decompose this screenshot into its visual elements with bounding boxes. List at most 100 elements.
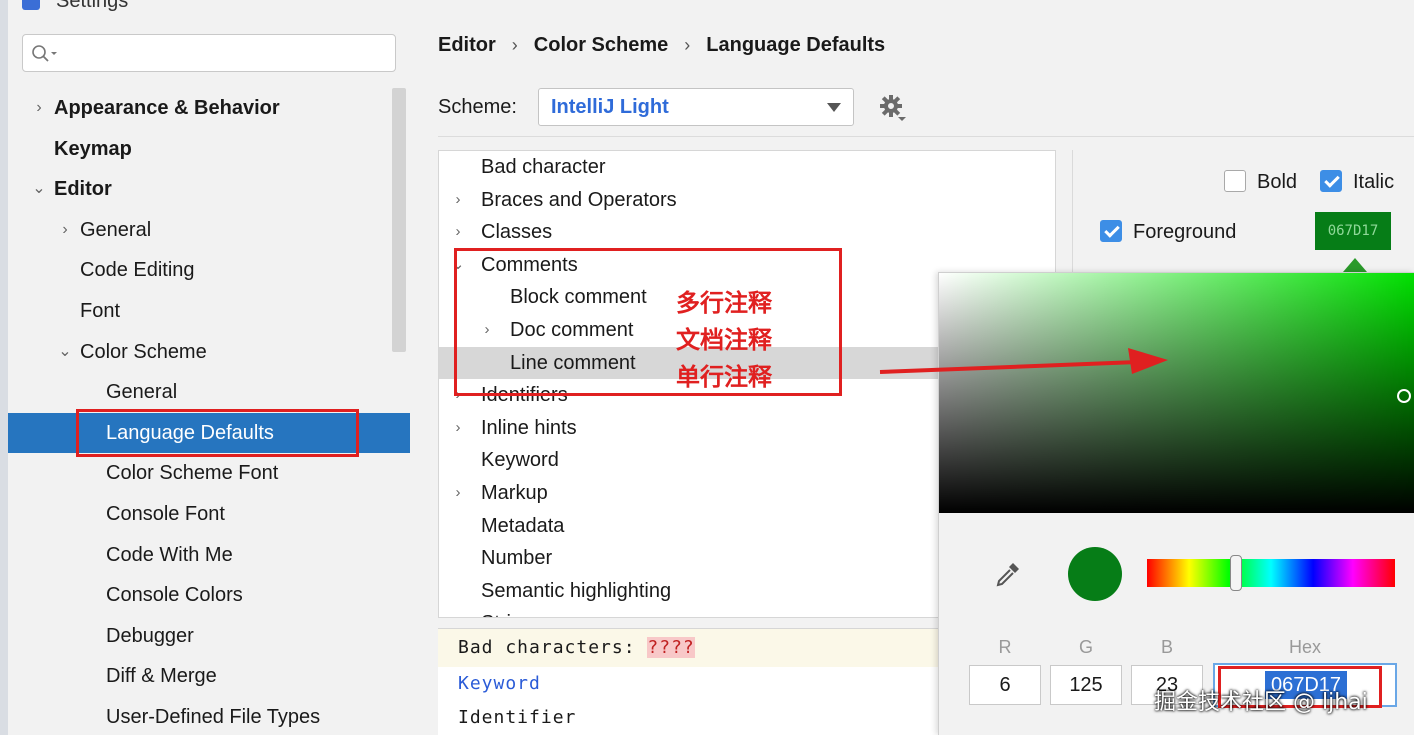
chevron-down-icon[interactable]: ⌄: [32, 169, 46, 209]
italic-checkbox[interactable]: [1320, 170, 1342, 192]
sidebar-item-label: General: [80, 218, 152, 241]
gear-icon[interactable]: [880, 95, 908, 123]
tree-item-label: Inline hints: [481, 416, 577, 439]
tree-item-label: Markup: [481, 482, 548, 504]
tree-item-bad-character[interactable]: Bad character: [439, 151, 1055, 183]
sidebar-item-language-defaults[interactable]: Language Defaults: [8, 412, 410, 453]
tree-item-label: Keyword: [481, 449, 559, 472]
tree-item-label: Bad character: [481, 156, 606, 178]
sidebar-item-label: Console Font: [106, 503, 225, 525]
g-label: G: [1078, 637, 1093, 657]
sidebar-item-label: Debugger: [106, 624, 194, 647]
annotation-arrow: [879, 348, 1168, 374]
preview-identifier: Identifier: [458, 707, 577, 728]
tree-item-label: Number: [481, 547, 553, 570]
chevron-down-icon[interactable]: ⌄: [58, 332, 72, 372]
foreground-label: Foreground: [1133, 221, 1237, 243]
sidebar-item-label: Language Defaults: [106, 421, 274, 444]
breadcrumb-item-color-scheme[interactable]: Color Scheme: [534, 34, 668, 57]
sidebar-item-diff-merge[interactable]: Diff & Merge: [8, 656, 410, 696]
saturation-brightness-area[interactable]: [939, 273, 1414, 513]
tree-item-label: Classes: [481, 221, 553, 244]
sidebar-item-color-scheme-font[interactable]: Color Scheme Font: [8, 453, 410, 493]
title-bar: Settings: [8, 0, 1414, 18]
breadcrumb-item-language-defaults: Language Defaults: [706, 34, 886, 56]
foreground-color-swatch[interactable]: 067D17: [1315, 212, 1391, 250]
sidebar-item-keymap[interactable]: Keymap: [8, 129, 410, 169]
hex-label: Hex: [1288, 637, 1321, 657]
foreground-checkbox[interactable]: [1100, 220, 1122, 242]
sidebar-item-console-colors[interactable]: Console Colors: [8, 575, 410, 615]
scheme-label: Scheme:: [438, 96, 517, 118]
bold-checkbox[interactable]: [1224, 170, 1246, 192]
annotation-block-comment: 多行注释: [676, 289, 772, 317]
italic-label: Italic: [1353, 171, 1395, 193]
chevron-right-icon[interactable]: ›: [451, 477, 465, 509]
sidebar-item-editor[interactable]: ⌄ Editor: [8, 169, 410, 209]
chevron-right-icon[interactable]: ›: [451, 412, 465, 444]
settings-sidebar: › Appearance & Behavior Keymap ⌄ Editor › Gene…: [8, 18, 410, 735]
g-field[interactable]: 125: [1050, 665, 1122, 705]
chevron-down-icon: [827, 103, 841, 112]
chevron-right-icon[interactable]: ›: [32, 88, 46, 128]
b-label: B: [1160, 637, 1173, 657]
saturation-cursor[interactable]: [1397, 389, 1411, 403]
eyedropper-icon[interactable]: [995, 561, 1021, 587]
sidebar-item-color-scheme[interactable]: ⌄ Color Scheme: [8, 332, 410, 372]
sidebar-item-label: Font: [80, 300, 121, 322]
sidebar-item-console-font[interactable]: Console Font: [8, 494, 410, 534]
sidebar-item-label: Code With Me: [106, 543, 233, 566]
tree-item-braces-and-operators[interactable]: › Braces and Operators: [439, 184, 1055, 216]
preview-bad-label: Bad characters:: [458, 637, 648, 658]
chevron-right-icon[interactable]: ›: [58, 210, 72, 250]
sidebar-item-code-with-me[interactable]: Code With Me: [8, 535, 410, 575]
sidebar-item-label: General: [106, 381, 178, 404]
preview-keyword: Keyword: [458, 673, 541, 694]
tree-item-classes[interactable]: › Classes: [439, 216, 1055, 248]
sidebar-item-user-defined-file-types[interactable]: User-Defined File Types: [8, 697, 410, 735]
scheme-value: IntelliJ Light: [551, 96, 669, 118]
sidebar-item-label: Code Editing: [80, 259, 195, 282]
preview-bad-chars: ????: [647, 637, 695, 658]
sidebar-item-general[interactable]: General: [8, 372, 410, 412]
sidebar-item-label: User-Defined File Types: [106, 706, 321, 728]
sidebar-item-code-editing[interactable]: Code Editing: [8, 250, 410, 290]
tree-item-label: Strin: [481, 607, 522, 617]
sidebar-item-label: Appearance & Behavior: [54, 97, 280, 119]
scheme-dropdown[interactable]: IntelliJ Light: [538, 88, 854, 126]
sidebar-item-label: Editor: [54, 178, 112, 201]
tree-item-label: Semantic highlighting: [481, 579, 672, 602]
chevron-right-icon[interactable]: ›: [451, 216, 465, 248]
annotation-doc-comment: 文档注释: [676, 326, 772, 354]
comments-annotation-box: [454, 248, 842, 396]
sidebar-item-general[interactable]: › General: [8, 210, 410, 250]
chevron-right-icon[interactable]: ›: [451, 607, 465, 617]
breadcrumb-separator: ›: [684, 35, 691, 55]
hue-slider[interactable]: [1147, 559, 1395, 587]
sidebar-item-label: Console Colors: [106, 584, 243, 607]
background-window-strip: [0, 0, 8, 735]
hue-slider-thumb[interactable]: [1230, 555, 1242, 591]
r-label: R: [998, 637, 1012, 657]
breadcrumb-separator: ›: [511, 35, 518, 55]
sidebar-item-debugger[interactable]: Debugger: [8, 616, 410, 656]
preview-line-bad-characters: Bad characters: ????: [458, 637, 695, 658]
search-icon: [32, 45, 57, 62]
tree-item-label: Braces and Operators: [481, 188, 677, 211]
search-input[interactable]: [22, 34, 396, 72]
sidebar-item-label: Diff & Merge: [106, 665, 217, 688]
breadcrumb-item-editor[interactable]: Editor: [438, 34, 496, 57]
color-preview-circle: [1068, 547, 1122, 601]
chevron-right-icon[interactable]: ›: [451, 184, 465, 216]
breadcrumb: Editor › Color Scheme › Language Defaults: [438, 34, 885, 57]
sidebar-item-label: Keymap: [54, 137, 132, 160]
sidebar-item-font[interactable]: Font: [8, 291, 410, 331]
picker-pointer: [1343, 258, 1367, 272]
r-field[interactable]: 6: [969, 665, 1041, 705]
bold-label: Bold: [1257, 171, 1298, 193]
sidebar-item-appearance-behavior[interactable]: › Appearance & Behavior: [8, 88, 410, 128]
annotation-line-comment: 单行注释: [676, 363, 772, 391]
sidebar-item-label: Color Scheme: [80, 340, 207, 363]
sidebar-item-label: Color Scheme Font: [106, 462, 279, 485]
window-title: Settings: [56, 0, 129, 12]
